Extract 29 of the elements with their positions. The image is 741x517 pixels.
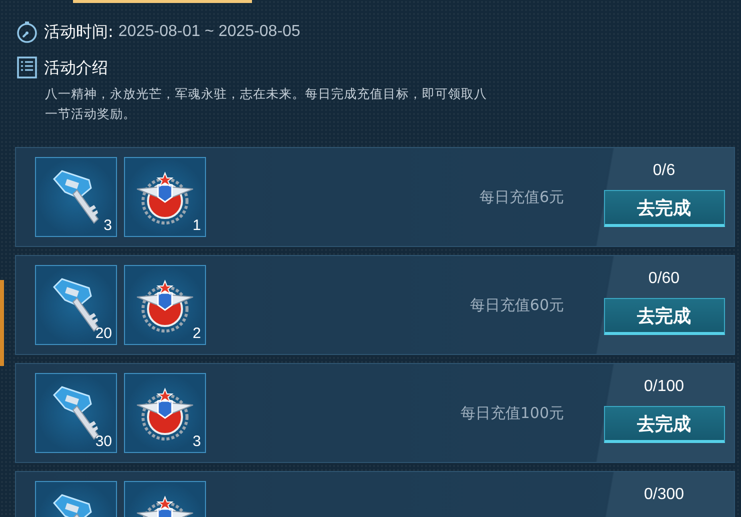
item-count: 30 [95,433,112,450]
document-icon [15,56,39,80]
progress-count: 0/60 [648,270,680,289]
reward-slot[interactable]: 20 [35,265,117,345]
key-icon [53,170,99,224]
item-count: 3 [192,433,201,450]
item-count: 2 [192,325,201,342]
item-count: 20 [95,325,112,342]
item-count: 1 [192,217,201,234]
go-complete-button[interactable]: 去完成 [604,406,724,443]
item-count: 3 [104,217,112,234]
reward-slot[interactable]: 3 [124,373,206,453]
reward-slot[interactable]: 30 [35,373,117,453]
progress-count: 0/100 [644,378,684,397]
go-complete-button[interactable]: 去完成 [604,190,724,227]
progress-count: 0/300 [644,486,684,505]
task-goal: 每日充值60元 [470,296,565,314]
go-complete-button[interactable]: 去完成 [604,298,724,335]
stopwatch-icon [15,20,39,44]
task-goal: 每日充值100元 [460,404,565,422]
task-goal: 每日充值6元 [479,188,565,206]
time-label: 活动时间: [44,22,114,42]
reward-slot[interactable]: 3 [35,157,117,237]
time-range: 2025-08-01 ~ 2025-08-05 [118,23,300,41]
intro-text: 八一精神，永放光芒，军魂永驻，志在未来。每日完成充值目标，即可领取八一节活动奖励。 [45,85,488,123]
reward-slot[interactable]: 2 [124,265,206,345]
reward-slot[interactable]: 1 [124,157,206,237]
intro-title: 活动介绍 [44,58,108,78]
progress-count: 0/6 [652,162,676,181]
